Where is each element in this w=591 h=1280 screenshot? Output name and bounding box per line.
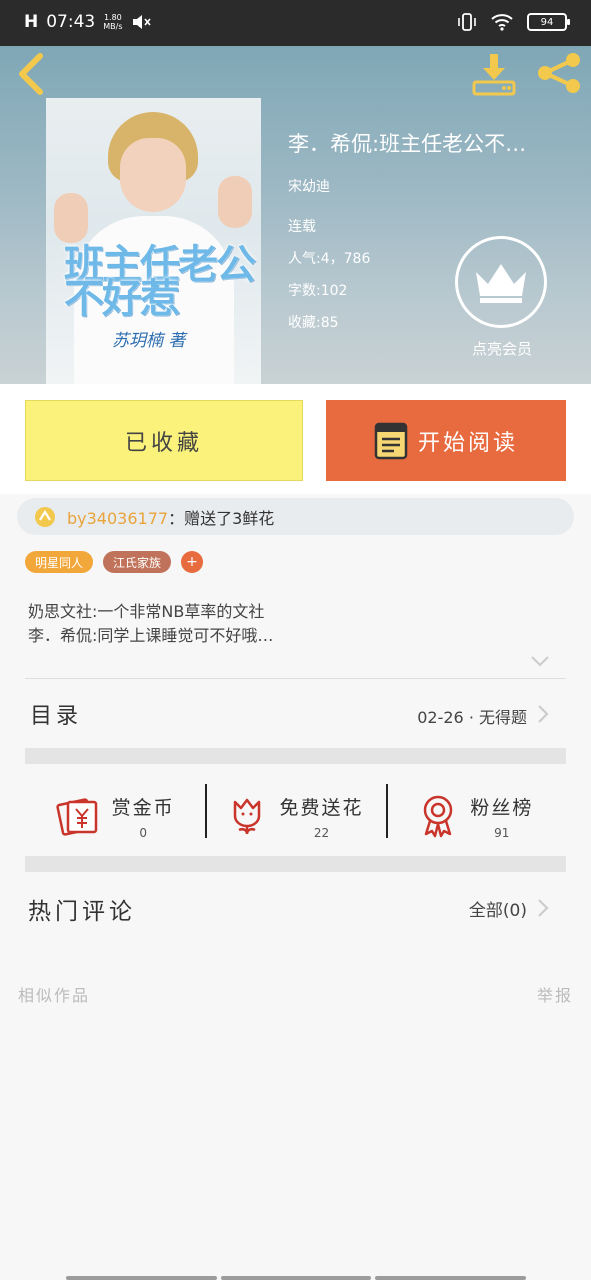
book-word-count: 字数:102 — [288, 283, 348, 299]
synopsis-line: 李．希侃:同学上课睡觉可不好哦… — [28, 626, 274, 645]
book-author[interactable]: 宋幼迪 — [288, 176, 330, 196]
status-bar: H 07:43 1.80 MB/s 94 — [0, 0, 591, 46]
toc-latest-chapter: 02-26 · 无得题 — [417, 708, 527, 727]
book-icon — [374, 422, 408, 459]
section-divider — [25, 748, 566, 764]
report-link[interactable]: 举报 — [537, 982, 573, 1006]
free-flower-button[interactable]: 免费送花 22 — [205, 776, 385, 856]
start-reading-label: 开始阅读 — [417, 430, 518, 456]
tag-jiang-family[interactable]: 江氏家族 — [103, 551, 172, 573]
gift-message: ：赠送了3鲜花 — [168, 508, 275, 528]
gift-user[interactable]: by34036177 — [67, 509, 168, 528]
toc-label: 目录 — [30, 704, 83, 729]
cover-title: 班主任老公不好惹 — [64, 242, 256, 322]
stat-value: 91 — [494, 825, 510, 840]
signal-icon: H — [24, 12, 39, 32]
network-speed-value: 1.80 — [103, 13, 122, 22]
battery-level: 94 — [540, 16, 554, 28]
section-divider — [25, 856, 566, 872]
hot-comments-row: 热门评论 全部(0) — [0, 886, 591, 936]
cover-figure-hand — [218, 176, 252, 228]
medal-icon — [424, 795, 453, 838]
book-popularity: 人气:4，786 — [288, 251, 371, 267]
synopsis-line: 奶思文社:一个非常NB草率的文社 — [28, 602, 265, 621]
download-button[interactable] — [470, 50, 518, 96]
chevron-down-icon[interactable] — [530, 654, 550, 668]
add-tag-button[interactable]: + — [181, 551, 204, 573]
hot-comments-title: 热门评论 — [28, 899, 136, 925]
tag-list: 明星同人 江氏家族 + — [25, 551, 204, 573]
stat-value: 22 — [313, 825, 330, 840]
chevron-right-icon — [538, 705, 549, 723]
status-time: 07:43 — [46, 12, 96, 32]
synopsis: 奶思文社:一个非常NB草率的文社 李．希侃:同学上课睡觉可不好哦… — [28, 600, 558, 648]
action-bar: 已收藏 开始阅读 — [0, 384, 591, 494]
favorite-button-label: 已收藏 — [124, 430, 203, 456]
gesture-bar[interactable] — [66, 1276, 527, 1280]
divider — [25, 678, 566, 679]
red-envelope-icon — [55, 798, 97, 836]
wifi-icon — [491, 14, 513, 31]
fan-ranking-button[interactable]: 粉丝榜 91 — [385, 776, 566, 856]
mute-icon — [132, 15, 151, 29]
table-of-contents-row[interactable]: 目录 02-26 · 无得题 — [0, 684, 591, 742]
network-speed-unit: MB/s — [103, 22, 123, 31]
reward-coins-button[interactable]: 赏金币 0 — [25, 776, 205, 856]
vip-circle — [455, 236, 547, 328]
book-detail-content: by34036177：赠送了3鲜花 明星同人 江氏家族 + 奶思文社:一个非常N… — [0, 494, 591, 1280]
favorite-button[interactable]: 已收藏 — [25, 400, 303, 481]
flower-icon — [234, 798, 261, 835]
book-status: 连载 — [288, 219, 316, 235]
stats-row: 赏金币 0 免费送花 22 粉丝榜 91 — [25, 776, 566, 856]
crown-icon — [476, 264, 526, 303]
book-title: 李．希侃:班主任老公不… — [288, 132, 527, 156]
book-cover[interactable]: 班主任老公不好惹 苏玥楠 著 — [46, 98, 261, 384]
chevron-right-icon — [538, 899, 549, 917]
stat-name: 免费送花 — [279, 796, 364, 819]
cover-figure-hand — [54, 193, 88, 243]
footer-links: 相似作品 举报 — [0, 982, 591, 1006]
share-button[interactable] — [535, 50, 583, 96]
cover-figure-face — [120, 138, 186, 212]
battery-indicator: 94 — [527, 13, 570, 31]
back-button[interactable] — [14, 52, 50, 96]
gift-ticker[interactable]: by34036177：赠送了3鲜花 — [17, 498, 574, 535]
similar-works-label: 相似作品 — [18, 986, 91, 1005]
network-speed: 1.80 MB/s — [103, 13, 122, 31]
start-reading-button[interactable]: 开始阅读 — [326, 400, 566, 481]
stat-name: 粉丝榜 — [470, 796, 534, 819]
vip-label: 点亮会员 — [471, 340, 532, 358]
all-comments-link[interactable]: 全部(0) — [469, 896, 527, 921]
cover-author: 苏玥楠 著 — [112, 331, 186, 351]
tag-star-fanfic[interactable]: 明星同人 — [25, 551, 94, 573]
book-favorites: 收藏:85 — [288, 315, 339, 331]
vibrate-icon — [458, 13, 476, 31]
stat-name: 赏金币 — [111, 796, 175, 819]
vip-badge[interactable]: 点亮会员 — [455, 236, 549, 358]
flower-gift-icon — [35, 506, 55, 527]
stat-value: 0 — [139, 825, 147, 840]
book-header: 班主任老公不好惹 苏玥楠 著 李．希侃:班主任老公不… 宋幼迪 连载 人气:4，… — [0, 46, 591, 384]
